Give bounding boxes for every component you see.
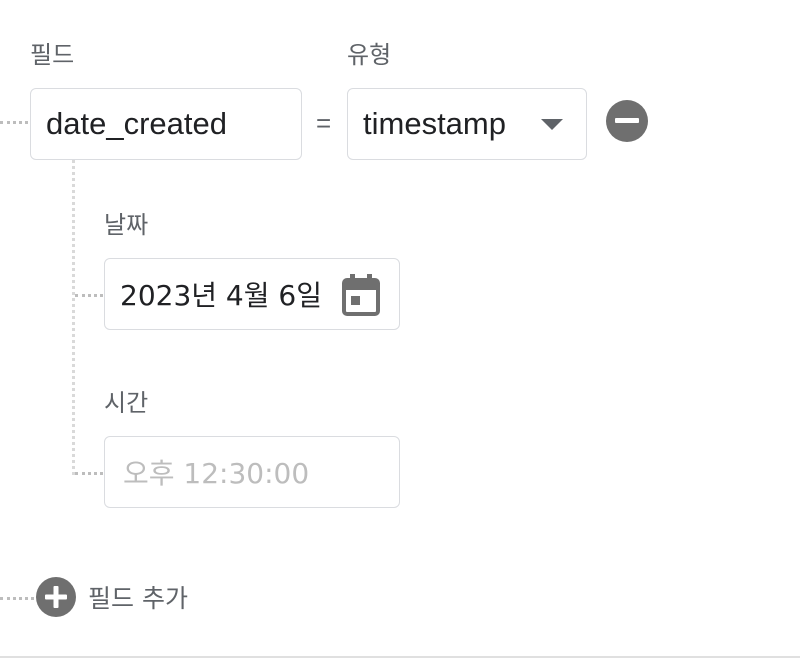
equals-operator: = (316, 108, 332, 138)
field-name-value: date_created (46, 106, 227, 141)
tree-connector-time (75, 472, 103, 475)
field-label: 필드 (30, 41, 75, 69)
add-field-button[interactable]: 필드 추가 (36, 577, 188, 617)
add-field-label: 필드 추가 (88, 584, 188, 613)
time-input[interactable]: 오후 12:30:00 (104, 436, 400, 508)
date-value: 2023년 4월 6일 (120, 279, 322, 312)
tree-connector-date (75, 294, 103, 297)
dropdown-arrow-icon (541, 119, 563, 130)
add-connector-line (0, 597, 34, 600)
remove-field-button[interactable] (606, 100, 648, 142)
type-select-value: timestamp (363, 106, 506, 141)
time-placeholder: 오후 12:30:00 (123, 457, 310, 490)
calendar-icon[interactable] (342, 274, 380, 316)
type-select[interactable]: timestamp (347, 88, 587, 160)
date-label: 날짜 (104, 211, 149, 239)
field-name-input[interactable]: date_created (30, 88, 302, 160)
tree-connector-vertical (72, 160, 75, 475)
time-label: 시간 (104, 389, 149, 417)
connector-line (0, 121, 28, 124)
add-circle-icon (36, 577, 76, 617)
remove-circle-icon (615, 118, 639, 123)
date-input[interactable]: 2023년 4월 6일 (104, 258, 400, 330)
bottom-divider (0, 656, 800, 658)
type-label: 유형 (347, 41, 392, 69)
